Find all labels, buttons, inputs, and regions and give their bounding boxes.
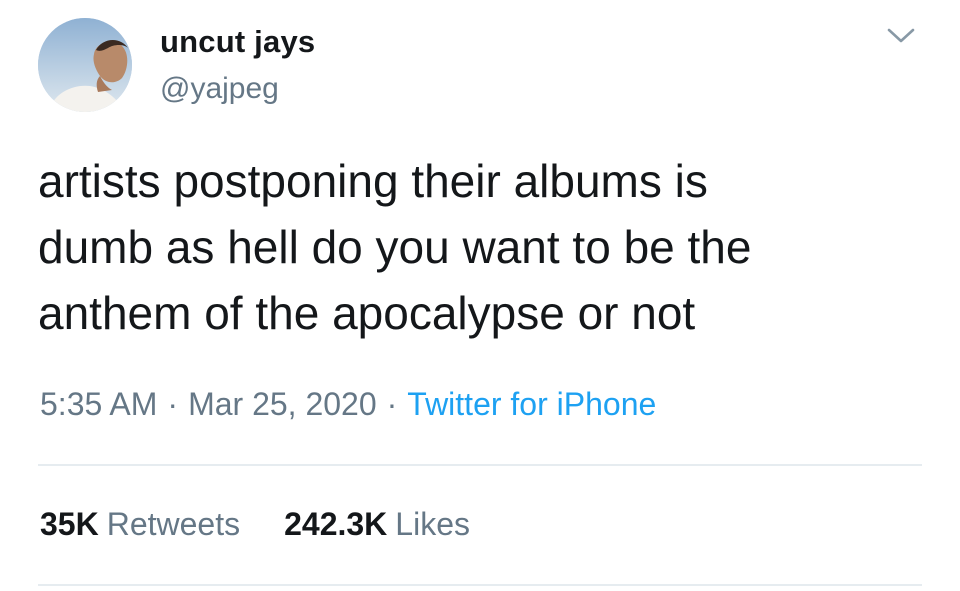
tweet-meta: 5:35 AM · Mar 25, 2020 · Twitter for iPhone — [40, 386, 656, 423]
divider — [38, 464, 922, 466]
user-handle[interactable]: @yajpeg — [160, 72, 279, 106]
meta-separator: · — [386, 386, 398, 422]
tweet-stats: 35K Retweets 242.3K Likes — [40, 506, 470, 543]
likes-label: Likes — [395, 506, 470, 542]
retweets-stat[interactable]: 35K Retweets — [40, 506, 240, 543]
tweet-source-link[interactable]: Twitter for iPhone — [407, 386, 656, 422]
meta-separator: · — [167, 386, 179, 422]
chevron-down-icon[interactable] — [886, 24, 916, 46]
tweet-text-line: anthem of the apocalypse or not — [38, 287, 696, 339]
retweets-label: Retweets — [106, 506, 241, 542]
profile-photo — [38, 18, 132, 112]
divider — [38, 584, 922, 586]
retweets-count: 35K — [40, 506, 99, 542]
avatar[interactable] — [38, 18, 132, 112]
tweet-text-line: dumb as hell do you want to be the — [38, 221, 752, 273]
likes-count: 242.3K — [284, 506, 388, 542]
likes-stat[interactable]: 242.3K Likes — [284, 506, 470, 543]
display-name[interactable]: uncut jays — [160, 24, 315, 60]
tweet-text-line: artists postponing their albums is — [38, 155, 708, 207]
tweet-text: artists postponing their albums is dumb … — [38, 148, 918, 346]
tweet-date[interactable]: Mar 25, 2020 — [188, 386, 377, 422]
tweet-time[interactable]: 5:35 AM — [40, 386, 157, 422]
